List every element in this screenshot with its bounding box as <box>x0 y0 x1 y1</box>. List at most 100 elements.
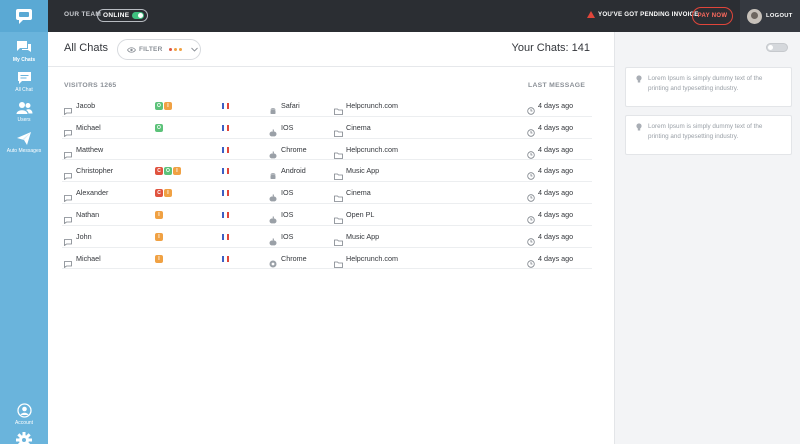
browser-os: Safari <box>281 101 300 110</box>
tag-badge: O <box>155 123 163 132</box>
sidebar-item-users[interactable]: Users <box>0 101 48 123</box>
visitor-name: Michael <box>76 122 101 132</box>
last-message-time: 4 days ago <box>538 209 574 219</box>
account-icon <box>16 403 32 418</box>
sidebar-item-label: Users <box>17 117 31 123</box>
browser-os: Chrome <box>281 144 307 154</box>
last-message-time: 4 days ago <box>538 166 574 176</box>
source-site: Helpcrunch.com <box>346 101 398 110</box>
tag-badge: C <box>155 189 163 198</box>
visitor-name: John <box>76 231 92 241</box>
last-message-column-header: LAST MESSAGE <box>528 82 586 89</box>
last-message-time: 4 days ago <box>538 101 574 110</box>
table-row[interactable]: Christopher C O I Android Music App 4 days ago <box>62 160 592 183</box>
tag-badge: O <box>164 167 172 176</box>
logo[interactable] <box>0 0 48 32</box>
tag-badges: I <box>155 254 163 263</box>
sidebar-item-account[interactable]: Account <box>0 403 48 426</box>
browser-os: IOS <box>281 209 294 219</box>
browser-os: Android <box>281 166 306 176</box>
tag-badges: COI <box>155 167 181 176</box>
table-row[interactable]: Jacob O I Safari Helpcrunch.com 4 days ago <box>62 95 592 117</box>
last-message-time: 4 days ago <box>538 122 574 132</box>
chat-logo-icon <box>16 9 32 24</box>
eye-icon <box>127 46 136 53</box>
flag-icon <box>222 211 229 218</box>
table-row[interactable]: John I IOS Music App 4 days ago <box>62 226 592 248</box>
tag-badge: I <box>173 167 181 176</box>
page-title: All Chats <box>64 42 109 54</box>
browser-os: IOS <box>281 122 294 132</box>
sidebar-item-label: Account <box>14 420 34 426</box>
chrome-icon <box>269 255 277 273</box>
source-site: Music App <box>346 166 380 176</box>
note-text: Lorem Ipsum is simply dummy text of the … <box>648 75 763 92</box>
note-card: Lorem Ipsum is simply dummy text of the … <box>625 67 792 107</box>
chat-bubble-icon <box>17 72 31 84</box>
note-card: Lorem Ipsum is simply dummy text of the … <box>625 115 792 155</box>
lightbulb-icon <box>636 123 642 131</box>
visitor-name: Christopher <box>76 166 114 176</box>
last-message-time: 4 days ago <box>538 188 574 198</box>
browser-os: IOS <box>281 231 294 241</box>
paper-plane-icon <box>17 132 31 145</box>
avatar <box>747 8 762 24</box>
tag-badges: O <box>155 123 163 132</box>
tag-badge: I <box>155 254 163 263</box>
pending-invoice-warning: YOU'VE GOT PENDING INVOICE <box>587 11 699 18</box>
chevron-down-icon <box>191 47 199 52</box>
gear-icon <box>16 432 32 444</box>
visitor-name: Alexander <box>76 188 109 198</box>
visitors-column-header: VISITORS 1265 <box>64 82 117 89</box>
flag-icon <box>222 233 229 240</box>
note-text: Lorem Ipsum is simply dummy text of the … <box>648 123 763 140</box>
tag-badge: O <box>155 102 163 110</box>
visitor-name: Jacob <box>76 101 96 110</box>
warning-text: YOU'VE GOT PENDING INVOICE <box>598 11 699 18</box>
folder-icon <box>334 255 343 273</box>
app-window: OUR TEAM ONLINE YOU'VE GOT PENDING INVOI… <box>0 0 800 444</box>
your-chats-count: Your Chats: 141 <box>511 42 590 54</box>
chat-icon <box>64 255 72 273</box>
dot-icon <box>179 48 183 51</box>
tag-badges: I <box>155 210 163 219</box>
table-row[interactable]: Matthew Chrome Helpcrunch.com 4 days ago <box>62 139 592 161</box>
flag-icon <box>222 255 229 262</box>
team-label: OUR TEAM <box>64 11 102 18</box>
sidebar: My Chats All Chat Users Auto Messages Ac… <box>0 32 48 444</box>
sidebar-item-label: All Chat <box>15 87 33 93</box>
divider <box>48 66 614 67</box>
status-toggle[interactable]: ONLINE <box>97 9 149 22</box>
dot-icon <box>174 48 178 51</box>
sidebar-item-auto-messages[interactable]: Auto Messages <box>0 131 48 154</box>
table-row[interactable]: Nathan I IOS Open PL 4 days ago <box>62 204 592 226</box>
top-bar: OUR TEAM ONLINE YOU'VE GOT PENDING INVOI… <box>0 0 800 32</box>
logout-button[interactable]: LOGOUT <box>740 0 800 32</box>
table-row[interactable]: Michael I Chrome Helpcrunch.com 4 days ago <box>62 248 592 270</box>
browser-os: IOS <box>281 188 294 198</box>
users-icon <box>16 102 32 114</box>
sidebar-item-my-chats[interactable]: My Chats <box>0 40 48 63</box>
sidebar-item-label: My Chats <box>12 57 36 63</box>
filter-label: FILTER <box>139 46 163 53</box>
pay-now-button[interactable]: PAY NOW <box>692 7 733 25</box>
visitor-name: Michael <box>76 253 101 263</box>
status-label: ONLINE <box>103 12 130 19</box>
flag-icon <box>222 190 229 197</box>
flag-icon <box>222 168 229 175</box>
visitor-name: Nathan <box>76 209 100 219</box>
sidebar-item-settings[interactable] <box>0 432 48 444</box>
browser-os: Chrome <box>281 253 307 263</box>
filter-button[interactable]: FILTER <box>117 39 201 60</box>
table-row[interactable]: Alexander C I IOS Cinema 4 days ago <box>62 182 592 204</box>
sidebar-item-all-chat[interactable]: All Chat <box>0 71 48 93</box>
panel-toggle[interactable] <box>766 43 788 52</box>
sidebar-item-label: Auto Messages <box>6 148 42 154</box>
source-site: Cinema <box>346 122 371 132</box>
tag-badges: I <box>155 232 163 241</box>
last-message-time: 4 days ago <box>538 253 574 263</box>
source-site: Helpcrunch.com <box>346 144 398 154</box>
table-row[interactable]: Michael O IOS Cinema 4 days ago <box>62 117 592 139</box>
right-panel: Lorem Ipsum is simply dummy text of the … <box>614 32 800 444</box>
tag-badge: I <box>155 210 163 219</box>
